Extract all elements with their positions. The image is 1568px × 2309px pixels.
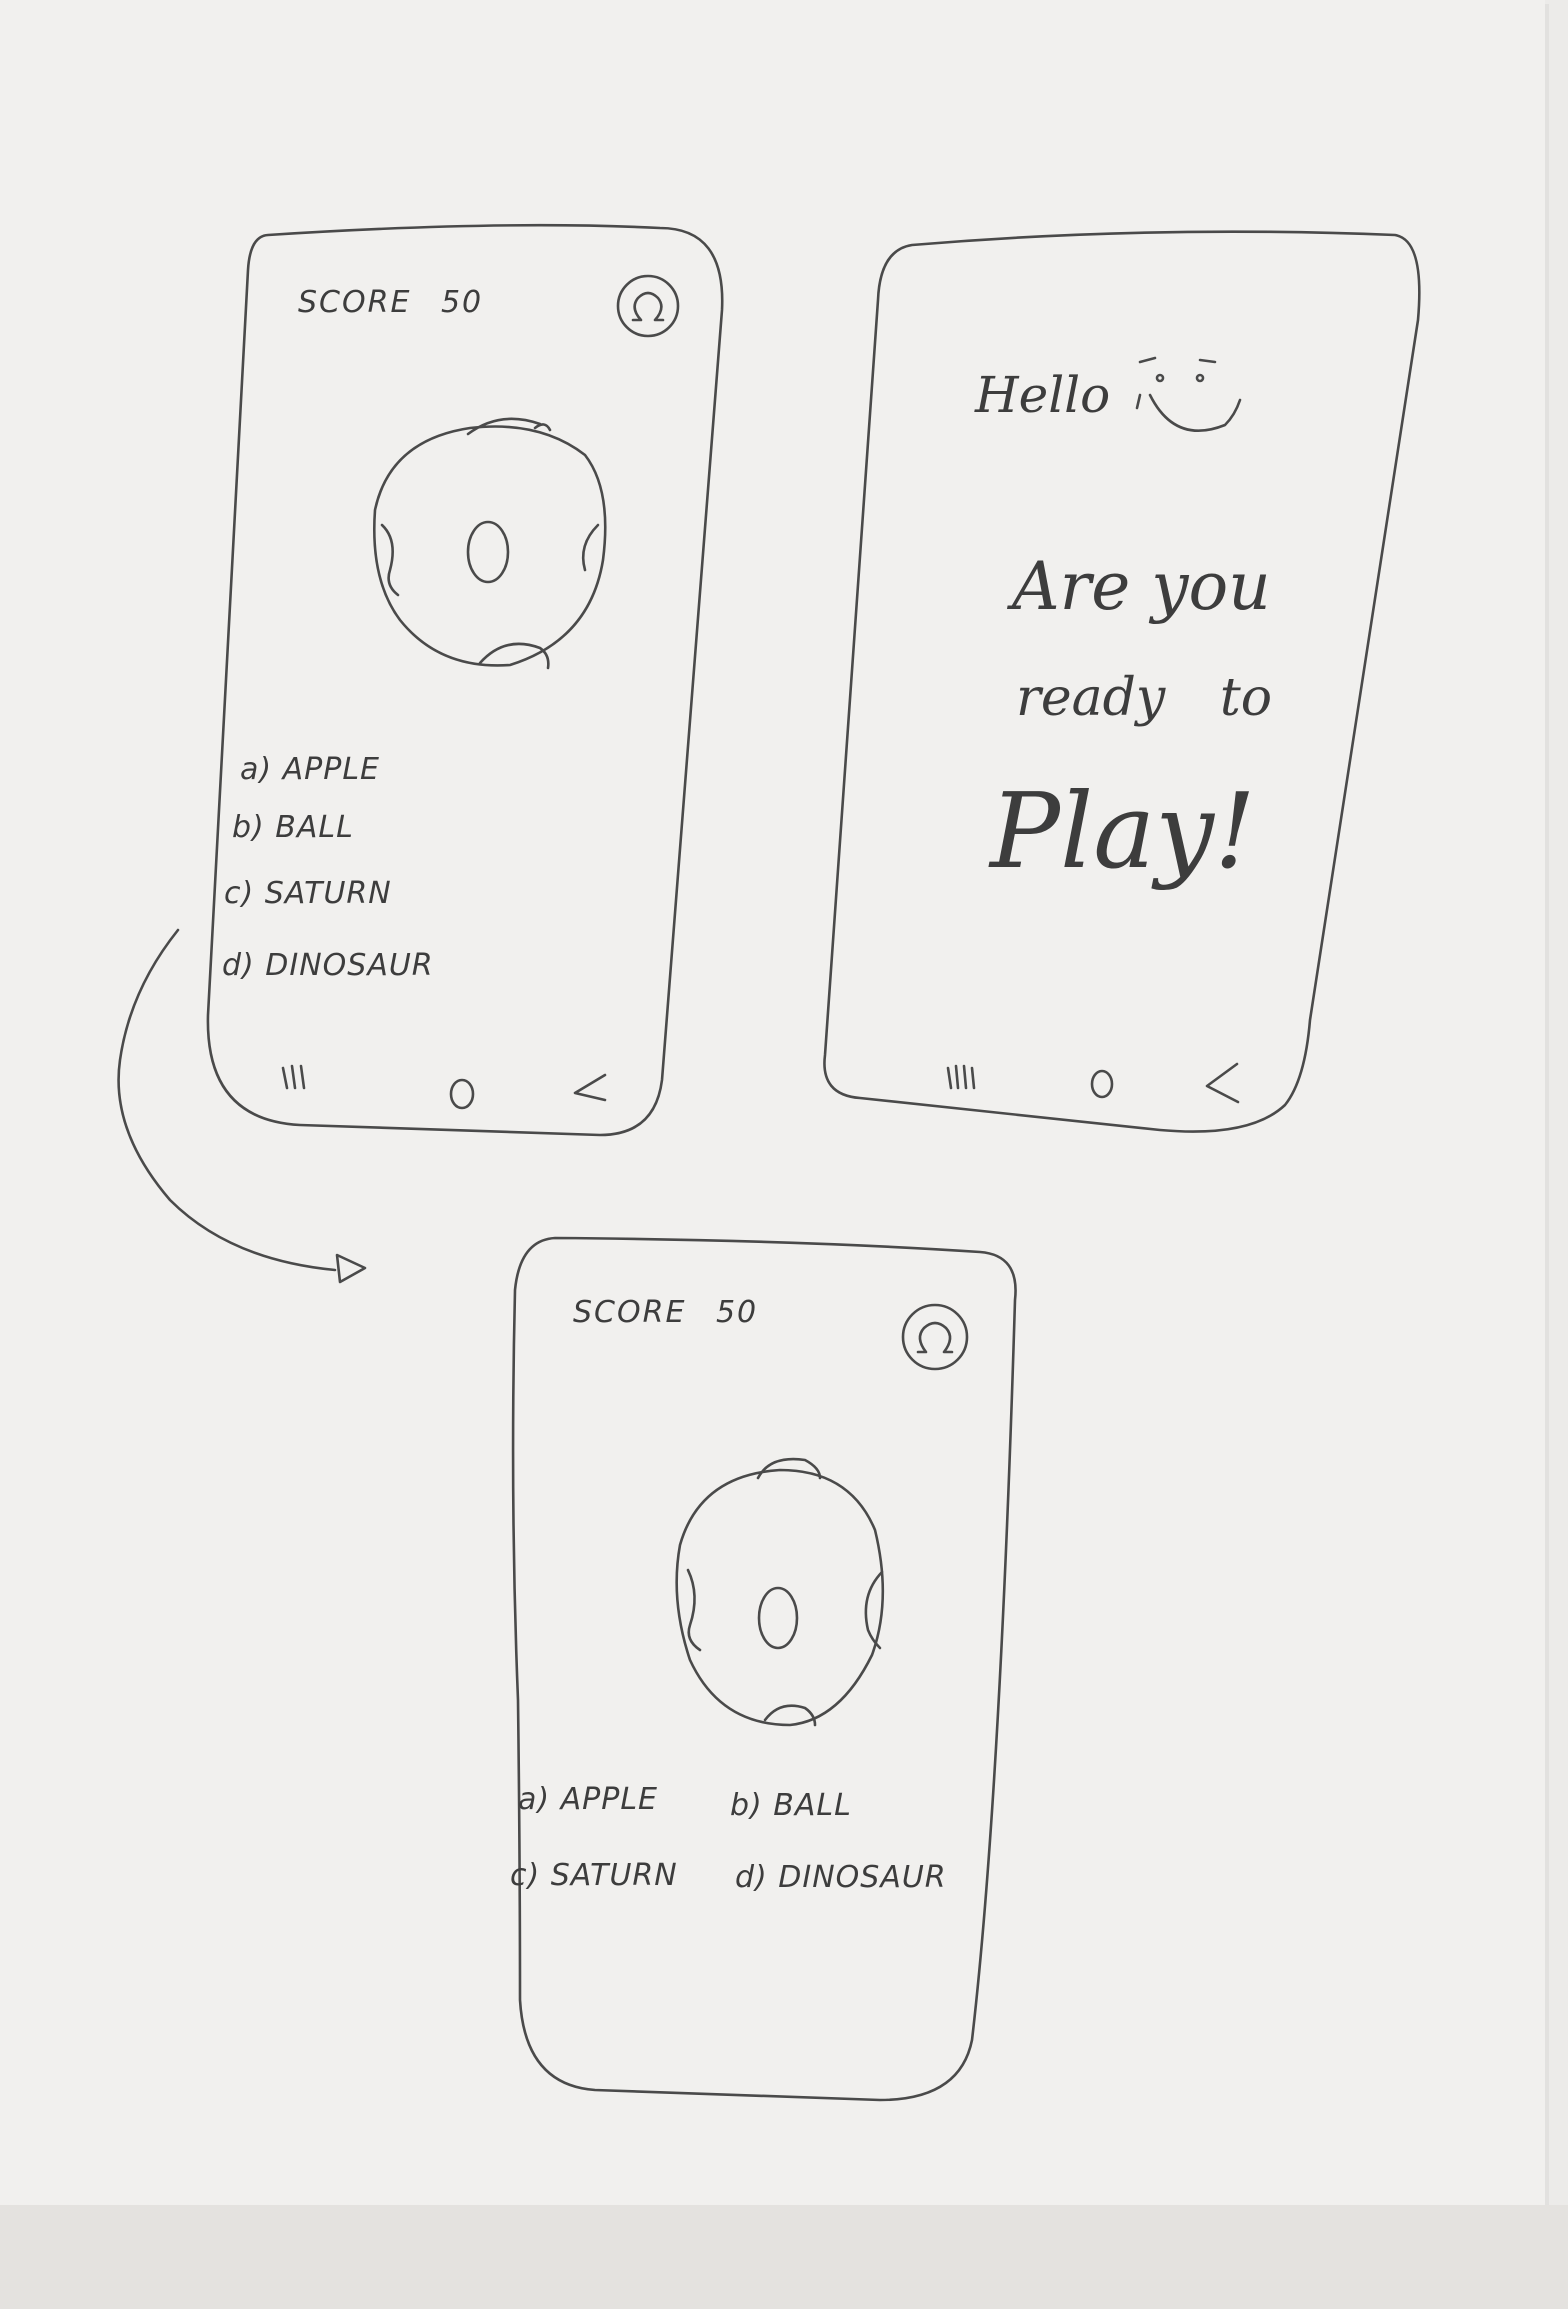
score-value: 50 [440, 285, 484, 320]
option-c[interactable]: c) SATURN [510, 1858, 678, 1893]
globe-illustration [373, 417, 607, 670]
option-a[interactable]: a) APPLE [240, 752, 380, 787]
omega-icon [616, 274, 680, 338]
play-button[interactable]: Play! [990, 770, 1256, 892]
prompt-line-2: ready to [1016, 668, 1272, 728]
option-a[interactable]: a) APPLE [518, 1782, 658, 1817]
quiz-list-phone-frame [206, 223, 724, 1137]
home-icon [1090, 1069, 1114, 1099]
omega-icon [901, 1303, 969, 1371]
prompt-to: to [1219, 668, 1273, 728]
quiz-grid-score: SCORE 50 [573, 1295, 758, 1330]
welcome-nav-bar [946, 1062, 1240, 1104]
sketch-drawing [117, 223, 1421, 2102]
option-c[interactable]: c) SATURN [224, 876, 392, 911]
score-label: SCORE [298, 285, 412, 320]
score-label: SCORE [573, 1295, 687, 1330]
home-icon [449, 1078, 475, 1110]
option-d[interactable]: d) DINOSAUR [735, 1860, 947, 1895]
option-b[interactable]: b) BALL [232, 810, 354, 845]
option-b[interactable]: b) BALL [730, 1788, 852, 1823]
globe-illustration [675, 1457, 885, 1727]
back-icon [1205, 1062, 1240, 1104]
back-icon [573, 1073, 607, 1102]
smiley-icon [1135, 356, 1242, 433]
quiz-list-score: SCORE 50 [298, 285, 483, 320]
option-d[interactable]: d) DINOSAUR [222, 948, 434, 983]
greeting: Hello [975, 366, 1111, 424]
prompt-ready: ready [1016, 668, 1166, 728]
recent-apps-icon [946, 1064, 976, 1090]
quiz-list-nav-bar [281, 1064, 607, 1110]
prompt-line-1: Are you [1012, 548, 1271, 625]
score-value: 50 [715, 1295, 759, 1330]
recent-apps-icon [281, 1064, 306, 1090]
